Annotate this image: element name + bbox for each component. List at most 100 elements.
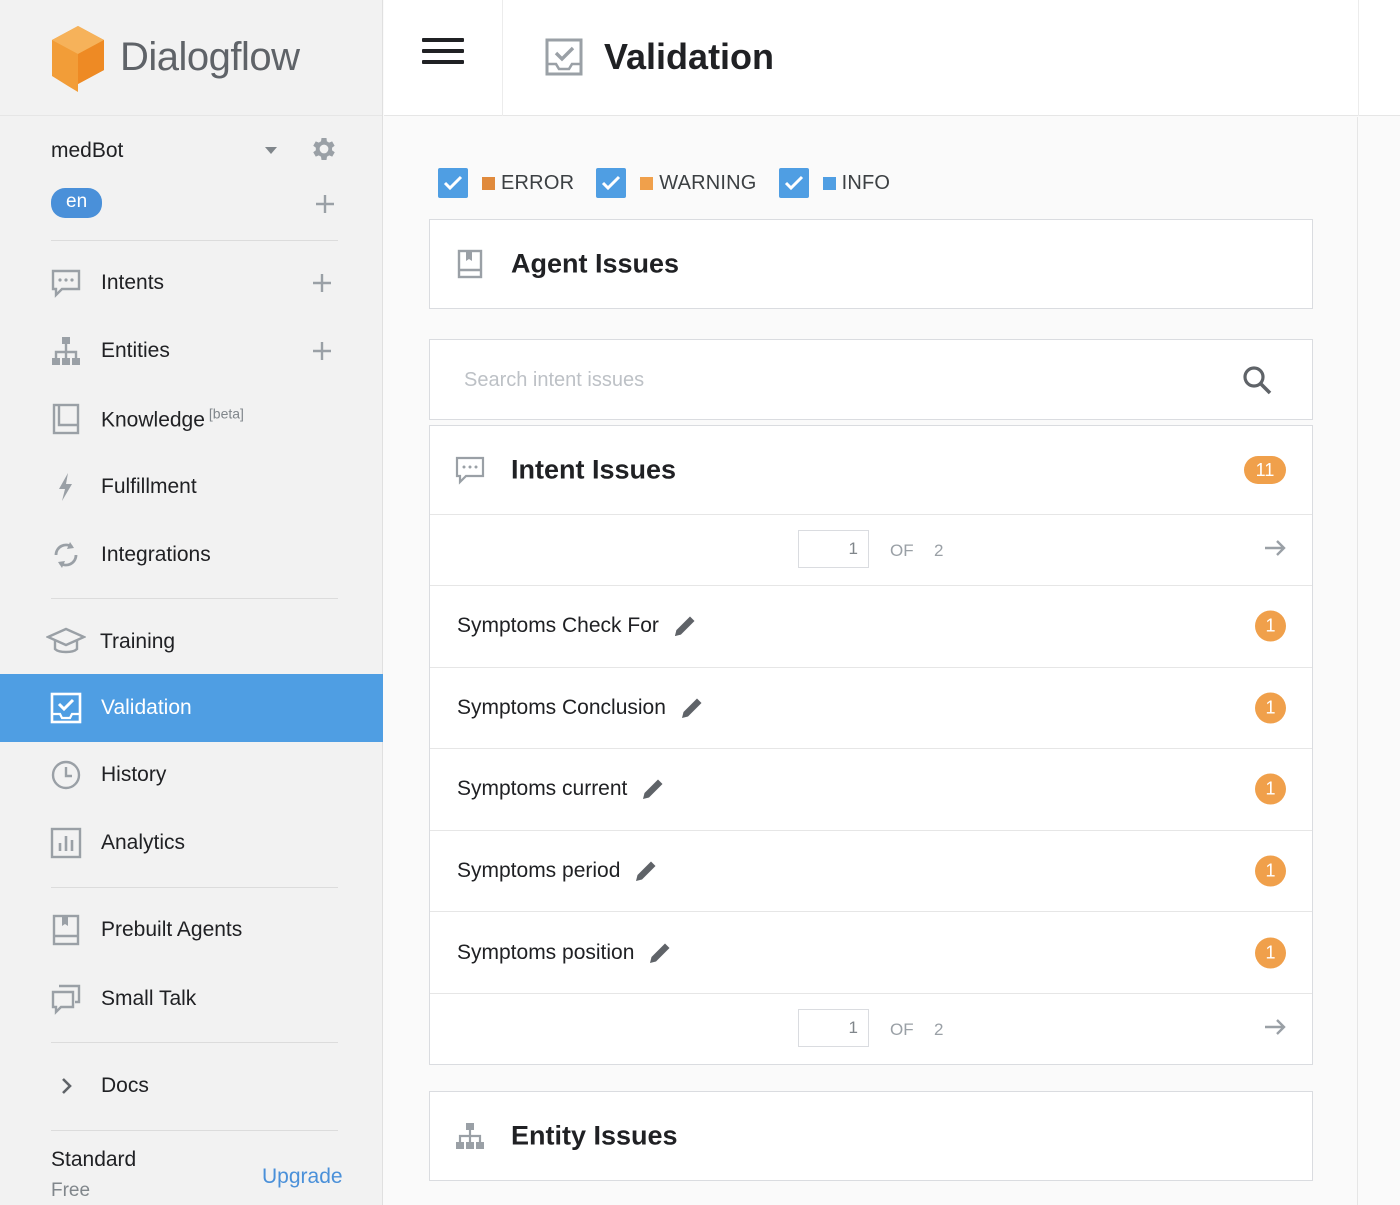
entity-issues-header[interactable]: Entity Issues [430,1092,1312,1180]
dialogflow-logo-icon [52,25,104,92]
issue-row[interactable]: Symptoms current 1 [430,748,1312,830]
sidebar-item-integrations[interactable]: Integrations [0,525,383,585]
sidebar-item-label: Fulfillment [101,475,197,498]
page-number-input[interactable] [798,530,869,568]
header-divider [1358,0,1359,116]
search-input[interactable] [464,362,1224,398]
error-swatch [482,176,495,190]
issue-name: Symptoms Check For [457,612,699,640]
entity-issues-card[interactable]: Entity Issues [429,1091,1313,1181]
agent-book-icon [457,249,483,279]
knowledge-label: Knowledge [101,408,205,432]
chat-bubbles-icon [50,983,82,1015]
sidebar-item-fulfillment[interactable]: Fulfillment [0,457,383,517]
sidebar-item-label: Integrations [101,543,211,566]
add-intent-icon[interactable] [310,271,334,295]
intent-name: Symptoms Check For [457,614,659,638]
issue-count-badge: 1 [1255,773,1286,805]
beta-tag: [beta] [208,405,244,422]
sidebar-item-label: Prebuilt Agents [101,918,243,941]
issue-row[interactable]: Symptoms Check For 1 [430,585,1312,667]
pencil-icon[interactable] [632,857,660,885]
lightning-icon [50,471,82,503]
agent-issues-header[interactable]: Agent Issues [430,220,1312,308]
pencil-icon[interactable] [678,694,706,722]
top-header: Validation [384,0,1400,116]
page-number-input[interactable] [798,1008,869,1047]
issue-row[interactable]: Symptoms position 1 [430,911,1312,993]
info-checkbox[interactable] [778,168,809,198]
issue-count-badge: 1 [1255,937,1286,969]
sidebar-item-label: Docs [101,1074,149,1097]
intent-name: Symptoms current [457,777,628,801]
filter-label: WARNING [659,171,757,194]
intent-name: Symptoms position [457,940,635,964]
sidebar-item-docs[interactable]: Docs [0,1056,383,1116]
issue-count-badge: 11 [1244,456,1286,484]
intent-name: Symptoms period [457,859,621,883]
filter-error[interactable]: ERROR [438,168,574,198]
page-title: Validation [604,36,775,77]
sidebar-item-training[interactable]: Training [0,612,383,672]
add-entity-icon[interactable] [310,339,334,363]
card-title: Intent Issues [511,454,677,485]
pencil-icon[interactable] [639,775,667,803]
language-pill[interactable]: en [51,188,103,218]
severity-filters: ERROR WARNING INFO [438,167,912,199]
issue-row[interactable]: Symptoms period 1 [430,829,1312,912]
sidebar-item-analytics[interactable]: Analytics [0,813,383,873]
agent-book-icon [50,914,82,946]
card-title: Entity Issues [511,1120,678,1151]
gear-icon[interactable] [309,134,339,164]
arrow-right-icon[interactable] [1262,535,1288,561]
issue-name: Symptoms period [457,857,660,885]
divider [51,240,338,241]
search-icon[interactable] [1240,363,1274,397]
filter-label: ERROR [501,171,575,194]
warning-checkbox[interactable] [596,168,627,198]
issue-row[interactable]: Symptoms Conclusion 1 [430,666,1312,749]
sidebar-item-label: Analytics [101,831,186,854]
issue-count-badge: 1 [1255,692,1286,724]
plan-tier: Free [51,1180,91,1201]
sidebar-item-prebuilt-agents[interactable]: Prebuilt Agents [0,900,383,960]
intent-issues-card: Intent Issues 11 OF 2 Symptoms Check For… [429,425,1313,1065]
hierarchy-icon [50,335,82,367]
sidebar: Dialogflow medBot en Intents Entities Kn… [0,0,383,1205]
divider [51,1042,338,1043]
error-checkbox[interactable] [438,168,468,198]
upgrade-link[interactable]: Upgrade [262,1165,343,1189]
sidebar-item-validation[interactable]: Validation [0,674,383,742]
sync-icon [50,539,82,571]
sidebar-item-label: Training [100,630,176,653]
filter-info[interactable]: INFO [778,168,891,198]
agent-issues-card[interactable]: Agent Issues [429,219,1313,309]
warning-swatch [640,176,654,190]
card-title: Agent Issues [511,248,680,279]
page-total: 2 [934,541,944,560]
pencil-icon[interactable] [646,939,674,967]
plan-name: Standard [51,1148,137,1171]
brand[interactable]: Dialogflow [0,0,382,116]
chat-bubble-icon [455,456,485,485]
sidebar-item-label: Validation [101,696,192,719]
sidebar-item-intents[interactable]: Intents [0,253,383,313]
divider [51,1130,338,1131]
sidebar-item-small-talk[interactable]: Small Talk [0,969,383,1029]
issue-name: Symptoms Conclusion [457,694,706,722]
agent-selector[interactable]: medBot [51,136,341,166]
info-swatch [822,176,836,190]
arrow-right-icon[interactable] [1262,1014,1288,1040]
sidebar-item-history[interactable]: History [0,745,383,805]
language-row: en [51,188,341,220]
chevron-right-icon [50,1070,82,1102]
validation-page-icon [545,38,583,76]
filter-warning[interactable]: WARNING [596,168,756,198]
sidebar-item-knowledge[interactable]: Knowledge [beta] [0,389,383,449]
caret-down-icon[interactable] [265,147,277,154]
intent-issues-header[interactable]: Intent Issues 11 [430,426,1312,514]
add-language-icon[interactable] [313,192,337,216]
pencil-icon[interactable] [671,612,699,640]
hamburger-menu-icon[interactable] [422,38,464,68]
sidebar-item-entities[interactable]: Entities [0,321,383,381]
